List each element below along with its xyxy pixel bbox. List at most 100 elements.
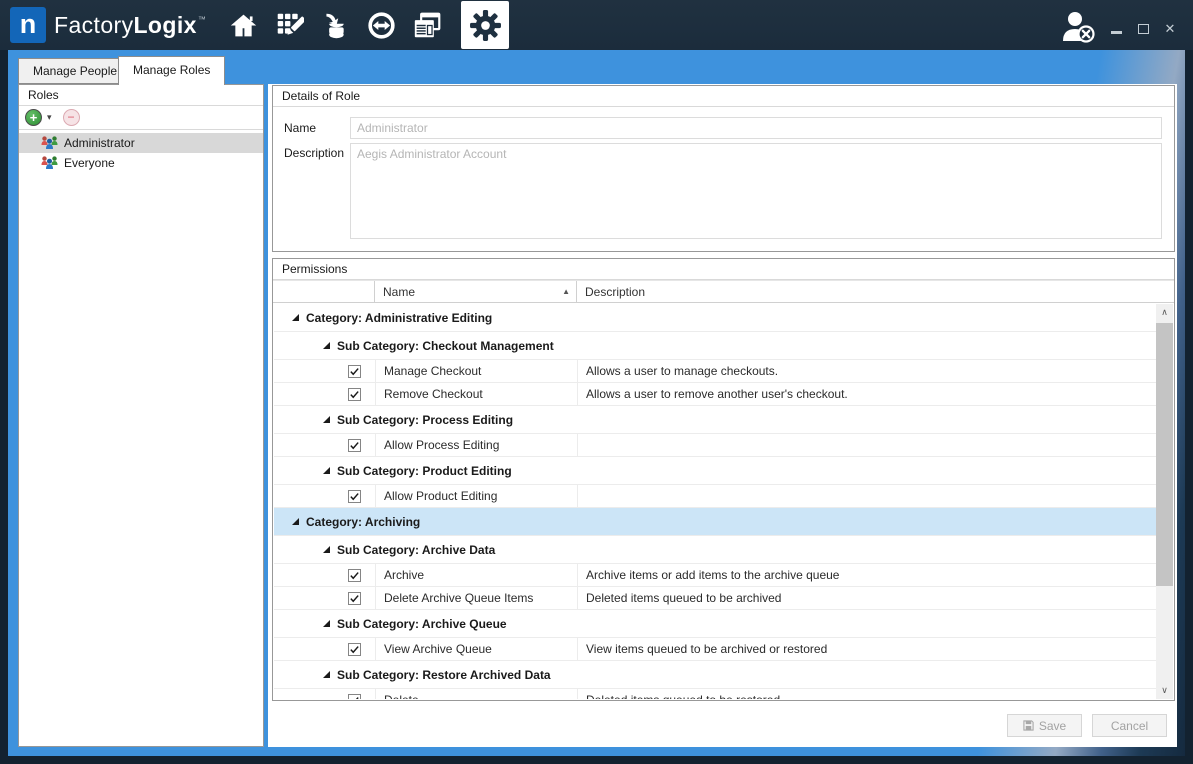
permission-description: View items queued to be archived or rest… — [586, 642, 828, 656]
content-frame: Manage People Manage Roles Roles + ▾ − A… — [8, 50, 1185, 756]
brand-first: Factory — [54, 11, 134, 38]
checkbox-checked[interactable] — [348, 364, 361, 378]
permission-row[interactable]: Remove Checkout Allows a user to remove a… — [274, 383, 1156, 406]
home-nav-button[interactable] — [228, 10, 259, 41]
permission-group-row[interactable]: Sub Category: Process Editing — [274, 406, 1156, 434]
permission-row[interactable]: Allow Product Editing — [274, 485, 1156, 508]
checkbox-checked[interactable] — [348, 489, 361, 503]
name-column-header[interactable]: Name ▲ — [375, 281, 577, 302]
permissions-panel: Permissions Name ▲ Description Category:… — [272, 258, 1175, 701]
role-group-icon — [41, 156, 58, 169]
home-icon — [230, 14, 257, 36]
collapse-triangle-icon[interactable] — [323, 342, 330, 349]
permissions-panel-title: Permissions — [273, 259, 1174, 280]
checkbox-column-header[interactable] — [273, 281, 375, 302]
remove-role-button[interactable]: − — [62, 109, 80, 126]
permission-group-row[interactable]: Sub Category: Restore Archived Data — [274, 661, 1156, 689]
permission-group-row[interactable]: Sub Category: Archive Data — [274, 536, 1156, 564]
group-label: Sub Category: Archive Queue — [337, 616, 507, 631]
role-item-everyone[interactable]: Everyone — [19, 153, 263, 173]
name-label: Name — [284, 121, 317, 135]
checkmark-icon — [350, 571, 359, 579]
titlebar: n Factory Logix ™ ✕ — [0, 0, 1193, 50]
materials-nav-button[interactable] — [320, 10, 351, 41]
collapse-triangle-icon[interactable] — [323, 416, 330, 423]
permission-checkbox-cell — [274, 360, 376, 382]
collapse-triangle-icon[interactable] — [323, 671, 330, 678]
scroll-up-button[interactable]: ∧ — [1156, 304, 1173, 321]
permission-row[interactable]: View Archive Queue View items queued to b… — [274, 638, 1156, 661]
roles-list: Administrator Everyone — [19, 130, 263, 173]
add-role-button[interactable]: + — [25, 109, 42, 126]
permissions-table-header: Name ▲ Description — [273, 280, 1174, 303]
permission-name: Remove Checkout — [376, 383, 578, 405]
role-detail-pane: Details of Role Name Administrator Descr… — [268, 84, 1177, 747]
role-item-label: Administrator — [64, 136, 135, 150]
permission-group-row[interactable]: Category: Administrative Editing — [274, 304, 1156, 332]
chevron-up-icon: ∧ — [1161, 307, 1168, 317]
group-label: Category: Administrative Editing — [306, 310, 493, 325]
role-item-administrator[interactable]: Administrator — [19, 133, 263, 153]
maximize-button[interactable] — [1136, 22, 1150, 36]
scroll-down-button[interactable]: ∨ — [1156, 682, 1173, 699]
windows-stack-icon — [414, 12, 441, 37]
permission-row[interactable]: Delete Archive Queue Items Deleted items … — [274, 587, 1156, 610]
permission-row[interactable]: Allow Process Editing — [274, 434, 1156, 457]
permission-description — [578, 434, 1156, 456]
permission-group-row[interactable]: Sub Category: Archive Queue — [274, 610, 1156, 638]
user-status-icon[interactable] — [1059, 11, 1097, 43]
minimize-button[interactable] — [1109, 22, 1123, 36]
checkbox-checked[interactable] — [348, 387, 361, 401]
permission-row[interactable]: Archive Archive items or add items to the… — [274, 564, 1156, 587]
permission-name: Manage Checkout — [376, 360, 578, 382]
add-role-dropdown-caret[interactable]: ▾ — [47, 112, 52, 123]
save-button[interactable]: Save — [1007, 714, 1082, 737]
sort-ascending-icon: ▲ — [562, 287, 570, 296]
brand-name: Factory Logix ™ — [54, 0, 206, 50]
permissions-rows: Category: Administrative Editing Sub Cate… — [274, 304, 1156, 699]
permission-description — [578, 485, 1156, 507]
production-nav-button[interactable] — [366, 10, 397, 41]
planning-nav-button[interactable] — [274, 10, 305, 41]
collapse-triangle-icon[interactable] — [323, 546, 330, 553]
description-column-header[interactable]: Description — [577, 281, 1174, 302]
settings-nav-button-active[interactable] — [461, 1, 509, 49]
collapse-triangle-icon[interactable] — [292, 518, 299, 525]
checkmark-icon — [350, 390, 359, 398]
checkbox-checked[interactable] — [348, 591, 361, 605]
permission-checkbox-cell — [274, 689, 376, 699]
tab-manage-roles[interactable]: Manage Roles — [118, 56, 226, 85]
permission-checkbox-cell — [274, 485, 376, 507]
tab-manage-people[interactable]: Manage People — [18, 58, 133, 84]
group-label: Sub Category: Restore Archived Data — [337, 667, 551, 682]
main-nav — [228, 0, 443, 50]
permission-row[interactable]: DeleteDeleted items queued to be restore… — [274, 689, 1156, 699]
collapse-triangle-icon[interactable] — [292, 314, 299, 321]
collapse-triangle-icon[interactable] — [323, 467, 330, 474]
save-button-label: Save — [1038, 718, 1067, 733]
trademark-symbol: ™ — [197, 14, 207, 24]
roles-panel: Roles + ▾ − Administrator Everyone — [18, 84, 264, 747]
permission-name: Delete — [376, 689, 578, 699]
permission-group-row[interactable]: Category: Archiving — [274, 508, 1156, 536]
vertical-scrollbar[interactable]: ∧ ∨ — [1156, 304, 1173, 699]
checkbox-checked[interactable] — [348, 438, 361, 452]
permission-checkbox-cell — [274, 383, 376, 405]
permission-group-row[interactable]: Sub Category: Product Editing — [274, 457, 1156, 485]
role-name-input[interactable]: Administrator — [350, 117, 1162, 139]
minimize-icon — [1110, 31, 1122, 34]
checkbox-checked[interactable] — [348, 693, 361, 699]
role-description-input[interactable]: Aegis Administrator Account — [350, 143, 1162, 239]
gear-icon — [469, 9, 501, 41]
close-button[interactable]: ✕ — [1163, 22, 1177, 36]
permission-group-row[interactable]: Sub Category: Checkout Management — [274, 332, 1156, 360]
checkbox-checked[interactable] — [348, 642, 361, 656]
checkmark-icon — [355, 696, 359, 699]
cancel-button[interactable]: Cancel — [1092, 714, 1167, 737]
scrollbar-thumb[interactable] — [1156, 323, 1173, 586]
permission-row[interactable]: Manage Checkout Allows a user to manage c… — [274, 360, 1156, 383]
reports-nav-button[interactable] — [412, 10, 443, 41]
collapse-triangle-icon[interactable] — [323, 620, 330, 627]
checkbox-checked[interactable] — [348, 568, 361, 582]
checkmark-icon — [350, 645, 359, 653]
